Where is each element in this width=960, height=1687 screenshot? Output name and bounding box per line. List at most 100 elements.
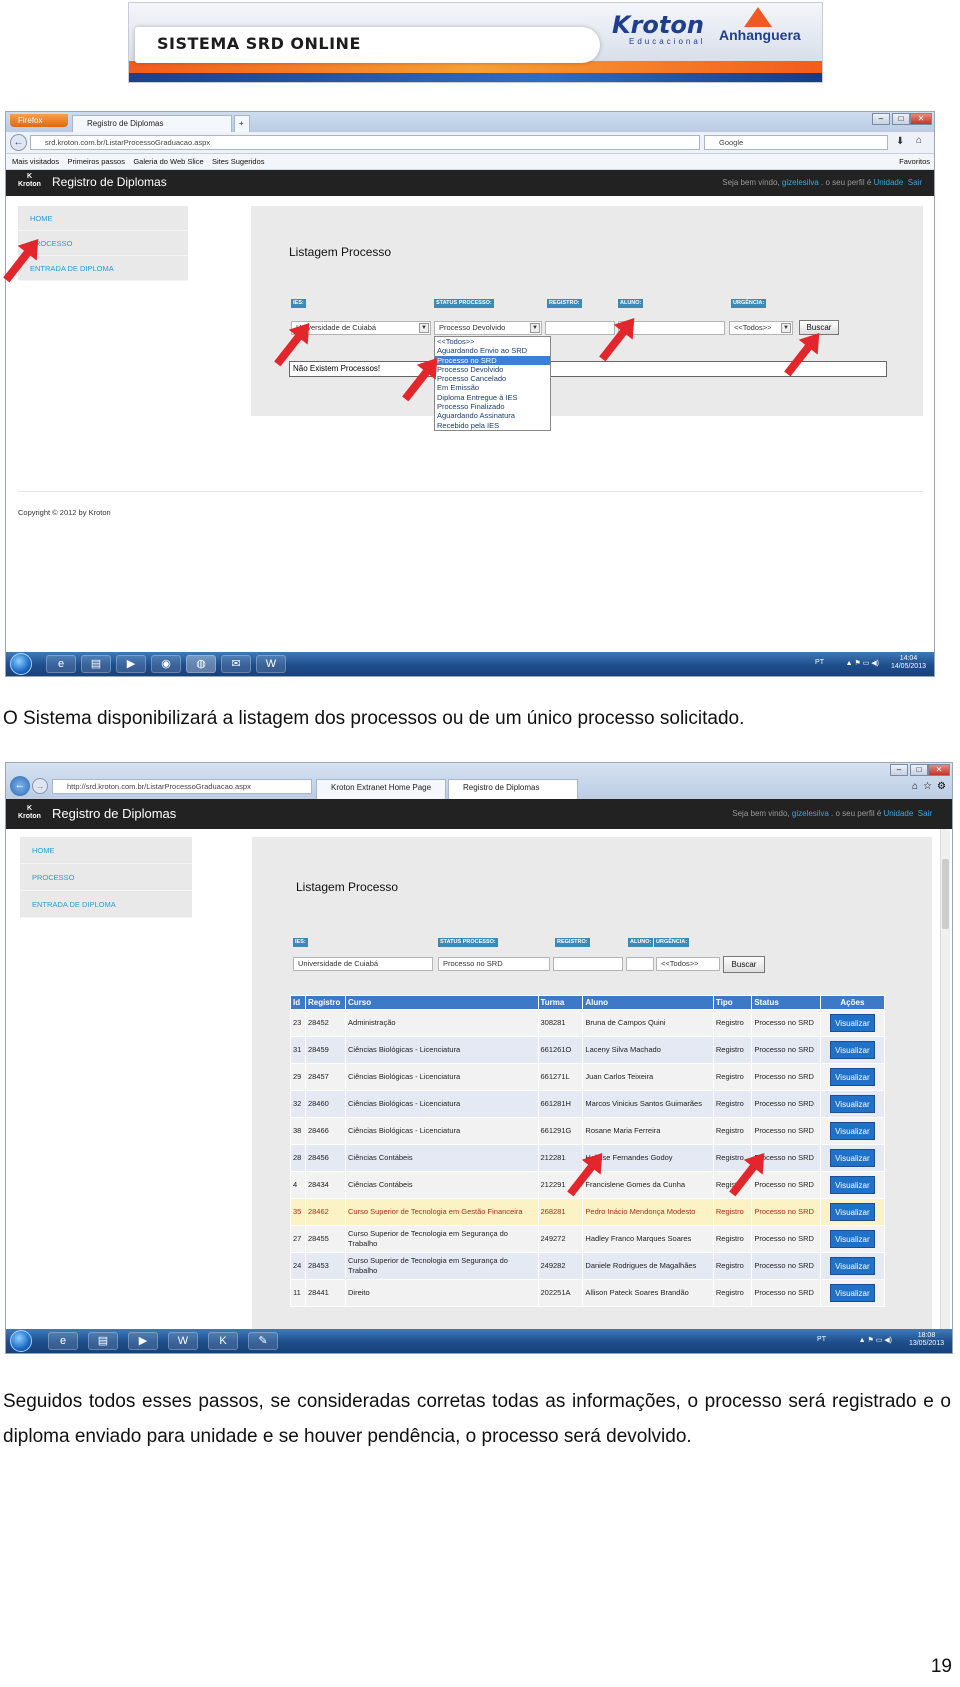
dropdown-option[interactable]: Em Emissão <box>435 383 550 392</box>
cell-aluno: Francislene Gomes da Cunha <box>582 1171 714 1199</box>
cell-aluno: Allison Pateck Soares Brandão <box>582 1279 714 1307</box>
close-icon[interactable]: ✕ <box>928 764 950 776</box>
tab-kroton-extranet[interactable]: Kroton Extranet Home Page <box>316 779 446 799</box>
back-icon[interactable]: ← <box>10 134 27 151</box>
scrollbar[interactable] <box>940 829 950 1331</box>
cell-status: Processo no SRD <box>751 1090 821 1118</box>
menu-home[interactable]: HOME <box>18 206 188 231</box>
chrome-icon[interactable]: ◉ <box>151 655 181 673</box>
dropdown-option[interactable]: <<Todos>> <box>435 337 550 346</box>
visualizar-button[interactable]: Visualizar <box>830 1149 875 1167</box>
bookmark-galeria-web-slice[interactable]: Galeria do Web Slice <box>133 157 203 166</box>
user-link[interactable]: gizelesilva <box>792 809 829 818</box>
dropdown-option[interactable]: Processo Cancelado <box>435 374 550 383</box>
dropdown-option[interactable]: Aguardando Envio ao SRD <box>435 346 550 355</box>
table-row: 29 28457 Ciências Biológicas - Licenciatur… <box>290 1063 886 1091</box>
exit-link[interactable]: Sair <box>918 809 932 818</box>
dropdown-option[interactable]: Processo Finalizado <box>435 402 550 411</box>
menu-home[interactable]: HOME <box>20 837 192 864</box>
dropdown-option[interactable]: Processo Devolvido <box>435 365 550 374</box>
word-icon[interactable]: W <box>256 655 286 673</box>
new-tab-button[interactable]: + <box>234 115 250 132</box>
visualizar-button[interactable]: Visualizar <box>830 1203 875 1221</box>
paint-icon[interactable]: ✎ <box>248 1332 278 1350</box>
visualizar-button[interactable]: Visualizar <box>830 1176 875 1194</box>
status-dropdown-list[interactable]: <<Todos>> Aguardando Envio ao SRD Processo… <box>434 336 551 431</box>
taskbar-clock[interactable]: 14:04 14/05/2013 <box>891 655 926 671</box>
urgencia-select[interactable]: <<Todos>> <box>656 957 720 971</box>
maximize-icon[interactable]: □ <box>910 764 928 776</box>
firefox-icon[interactable]: ◍ <box>186 655 216 673</box>
status-select[interactable]: Processo Devolvido ▼ <box>434 321 542 335</box>
visualizar-button[interactable]: Visualizar <box>830 1041 875 1059</box>
cell-tipo: Registro <box>712 1225 753 1253</box>
close-icon[interactable]: ✕ <box>910 113 932 125</box>
menu-entrada-diploma[interactable]: ENTRADA DE DIPLOMA <box>18 256 188 281</box>
tab-registro-diplomas[interactable]: Registro de Diplomas <box>72 115 232 132</box>
bookmark-mais-visitados[interactable]: Mais visitados <box>12 157 59 166</box>
folder-icon[interactable]: ▤ <box>81 655 111 673</box>
mail-icon[interactable]: ✉ <box>221 655 251 673</box>
forward-icon[interactable]: → <box>32 778 48 794</box>
language-indicator[interactable]: PT <box>815 659 824 666</box>
word-icon[interactable]: W <box>168 1332 198 1350</box>
gear-icon[interactable]: ⚙ <box>937 781 946 792</box>
registro-input[interactable] <box>545 321 615 335</box>
buscar-button[interactable]: Buscar <box>723 956 765 973</box>
visualizar-button[interactable]: Visualizar <box>830 1122 875 1140</box>
bookmark-favoritos[interactable]: Favoritos <box>899 154 930 170</box>
star-icon[interactable]: ☆ <box>923 781 932 792</box>
maximize-icon[interactable]: □ <box>892 113 910 125</box>
address-bar[interactable]: http://srd.kroton.com.br/ListarProcessoG… <box>52 779 312 794</box>
navigation-bar: ← srd.kroton.com.br/ListarProcessoGradua… <box>6 132 934 154</box>
dropdown-option[interactable]: Aguardando Assinatura <box>435 411 550 420</box>
visualizar-button[interactable]: Visualizar <box>830 1284 875 1302</box>
visualizar-button[interactable]: Visualizar <box>830 1068 875 1086</box>
unit-link[interactable]: Unidade <box>874 178 904 187</box>
media-player-icon[interactable]: ▶ <box>116 655 146 673</box>
home-icon[interactable]: ⌂ <box>916 135 922 146</box>
folder-icon[interactable]: ▤ <box>88 1332 118 1350</box>
back-icon[interactable]: ← <box>10 776 30 796</box>
cell-curso: Curso Superior de Tecnologia em Seguranç… <box>345 1225 539 1253</box>
unit-link[interactable]: Unidade <box>884 809 914 818</box>
media-player-icon[interactable]: ▶ <box>128 1332 158 1350</box>
exit-link[interactable]: Sair <box>908 178 922 187</box>
start-button-icon[interactable] <box>10 653 32 675</box>
visualizar-button[interactable]: Visualizar <box>830 1095 875 1113</box>
ies-select[interactable]: Universidade de Cuiabá <box>293 957 433 971</box>
minimize-icon[interactable]: – <box>890 764 908 776</box>
visualizar-button[interactable]: Visualizar <box>830 1230 875 1248</box>
tray-icons[interactable]: ▲ ⚑ ▭ ◀) <box>846 659 879 667</box>
registro-input[interactable] <box>553 957 623 971</box>
visualizar-button[interactable]: Visualizar <box>830 1014 875 1032</box>
start-button-icon[interactable] <box>10 1330 32 1352</box>
tray-icons[interactable]: ▲ ⚑ ▭ ◀) <box>859 1336 892 1344</box>
address-bar[interactable]: srd.kroton.com.br/ListarProcessoGraduaca… <box>30 135 700 150</box>
search-field[interactable]: Google <box>704 135 888 150</box>
menu-processo[interactable]: PROCESSO <box>20 864 192 891</box>
menu-entrada-diploma[interactable]: ENTRADA DE DIPLOMA <box>20 891 192 918</box>
user-link[interactable]: gizelesilva <box>782 178 819 187</box>
cell-id: 11 <box>290 1279 306 1307</box>
home-icon[interactable]: ⌂ <box>912 781 918 792</box>
bookmark-primeiros-passos[interactable]: Primeiros passos <box>67 157 125 166</box>
bookmark-sites-sugeridos[interactable]: Sites Sugeridos <box>212 157 265 166</box>
visualizar-button[interactable]: Visualizar <box>830 1257 875 1275</box>
urgencia-select[interactable]: <<Todos>> ▼ <box>729 321 793 335</box>
dropdown-option[interactable]: Processo no SRD <box>435 355 550 365</box>
firefox-menu-button[interactable]: Firefox <box>10 114 68 127</box>
kroton-app-icon[interactable]: K <box>208 1332 238 1350</box>
language-indicator[interactable]: PT <box>817 1336 826 1343</box>
dropdown-option[interactable]: Diploma Entregue à IES <box>435 393 550 402</box>
dropdown-option[interactable]: Recebido pela IES <box>435 421 550 430</box>
aluno-input[interactable] <box>626 957 654 971</box>
tab-registro-diplomas[interactable]: Registro de Diplomas <box>448 779 578 799</box>
taskbar-clock[interactable]: 18:08 13/05/2013 <box>909 1332 944 1348</box>
scrollbar-thumb[interactable] <box>942 859 949 929</box>
minimize-icon[interactable]: – <box>872 113 890 125</box>
download-icon[interactable]: ⬇ <box>896 136 904 147</box>
ie-icon[interactable]: e <box>46 655 76 673</box>
status-select[interactable]: Processo no SRD <box>438 957 550 971</box>
ie-icon[interactable]: e <box>48 1332 78 1350</box>
